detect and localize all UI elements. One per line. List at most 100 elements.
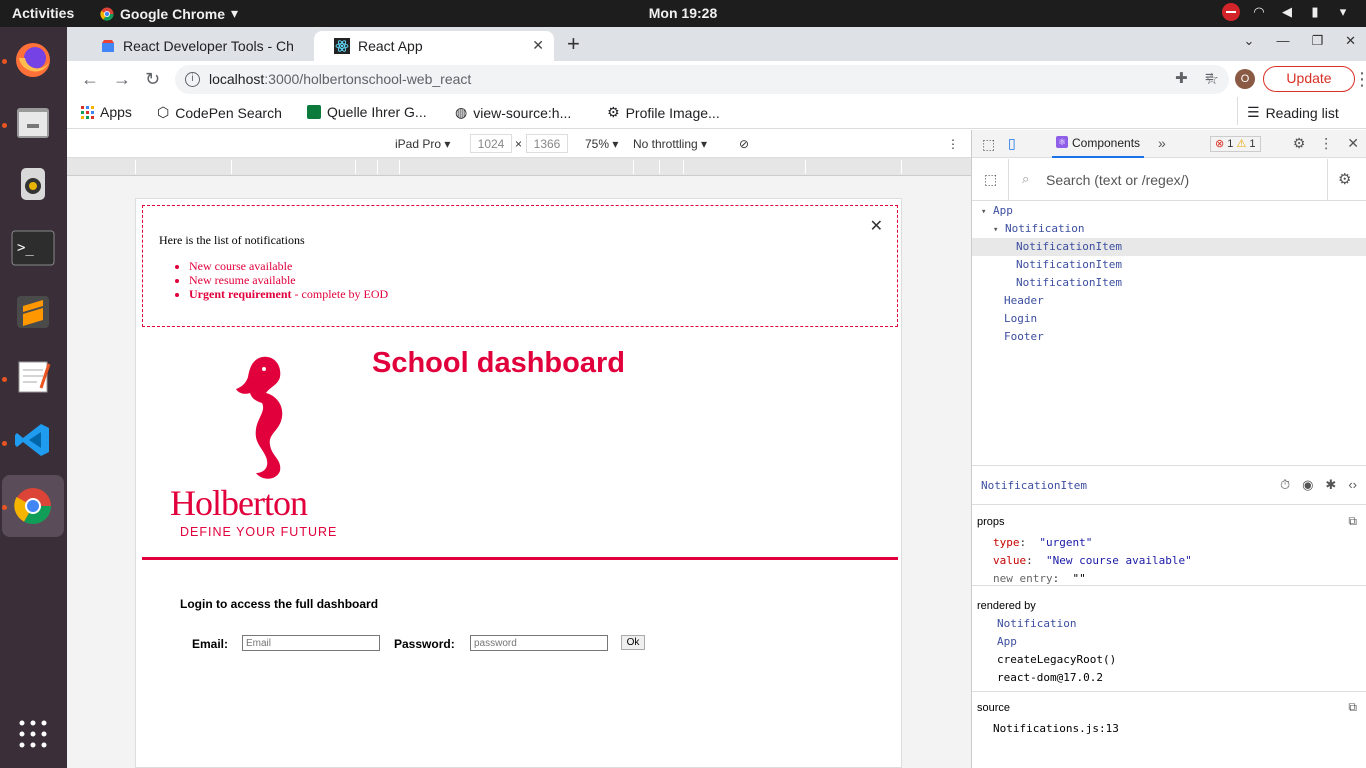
owner-link[interactable]: App	[997, 633, 1116, 651]
tree-node-login[interactable]: Login	[972, 310, 1366, 328]
tab-react-app[interactable]: React App ✕	[314, 31, 554, 61]
select-element-icon[interactable]: ⬚	[984, 171, 997, 188]
password-field[interactable]	[470, 635, 608, 651]
rhythmbox-icon[interactable]	[8, 159, 58, 209]
address-bar[interactable]: i localhost:3000/holbertonschool-web_rea…	[175, 65, 1229, 94]
prop-row[interactable]: value: "New course available"	[993, 552, 1192, 570]
more-tabs-icon[interactable]: »	[1158, 135, 1166, 151]
site-info-icon[interactable]: i	[185, 72, 200, 87]
app-menu[interactable]: Google Chrome ▾	[100, 5, 238, 22]
bookmark-label: Apps	[100, 104, 132, 120]
source-section: source ⧉ Notifications.js:13	[972, 700, 1366, 752]
props-section: props ⧉ type: "urgent" value: "New cours…	[972, 514, 1366, 588]
close-icon[interactable]: ✕	[870, 216, 883, 235]
chrome-dock-icon[interactable]	[2, 475, 64, 537]
ok-button[interactable]: Ok	[621, 635, 645, 650]
tree-node-notification-item[interactable]: NotificationItem	[972, 274, 1366, 292]
tree-node-notification[interactable]: ▾ Notification	[972, 220, 1366, 238]
profile-avatar[interactable]: O	[1235, 69, 1255, 89]
password-label: Password:	[394, 637, 455, 651]
tree-node-notification-item[interactable]: NotificationItem	[972, 256, 1366, 274]
chevron-down-icon: ▾	[231, 5, 239, 21]
search-placeholder: Search (text or /regex/)	[1046, 172, 1190, 188]
update-button[interactable]: Update	[1263, 66, 1355, 92]
tree-node-app[interactable]: ▾ App	[972, 202, 1366, 220]
zoom-select[interactable]: 75% ▾	[585, 137, 618, 151]
inspect-element-icon[interactable]: ⬚	[982, 136, 995, 153]
kebab-menu-icon[interactable]: ⋮	[1319, 135, 1333, 152]
brand-name: Holberton	[170, 483, 308, 523]
issues-badge[interactable]: ⊗ 1 ⚠ 1	[1210, 136, 1261, 152]
text-editor-icon[interactable]	[8, 351, 58, 401]
header-divider	[142, 557, 898, 560]
tab-search-icon[interactable]: ⌄	[1244, 33, 1255, 49]
do-not-disturb-icon[interactable]	[1222, 3, 1240, 21]
tree-label: NotificationItem	[1016, 258, 1122, 271]
vscode-icon[interactable]	[8, 415, 58, 465]
bookmark-view-source[interactable]: ◍ view-source:h...	[455, 104, 571, 121]
maximize-icon[interactable]: ❐	[1311, 33, 1323, 49]
bookmark-codepen[interactable]: ⬡ CodePen Search	[157, 104, 282, 121]
copy-icon[interactable]: ⧉	[1348, 700, 1357, 715]
react-app-page: ✕ Here is the list of notifications New …	[135, 198, 902, 768]
component-search[interactable]: ⬚ ⌕ Search (text or /regex/) ⚙	[972, 159, 1366, 201]
settings-gear-icon[interactable]: ⚙	[1338, 170, 1351, 188]
device-toggle-icon[interactable]: ▯	[1008, 135, 1016, 152]
list-item[interactable]: New resume available	[189, 273, 388, 287]
email-field[interactable]	[242, 635, 380, 651]
code-icon[interactable]: ‹›	[1348, 477, 1357, 493]
url-path: :3000/holbertonschool-web_react	[264, 71, 472, 87]
forward-icon[interactable]: →	[113, 69, 131, 90]
warning-icon: ⚠	[1236, 138, 1247, 150]
battery-icon: ▮	[1311, 4, 1319, 19]
back-icon[interactable]: ←	[81, 69, 99, 90]
system-tray[interactable]: ◠ ◀ ▮ ▾	[1222, 3, 1352, 21]
more-options-icon[interactable]: ⋮	[947, 137, 959, 151]
bookmark-quelle[interactable]: Quelle Ihrer G...	[307, 104, 427, 120]
throttling-select[interactable]: No throttling ▾	[633, 137, 707, 151]
close-tab-icon[interactable]: ✕	[532, 37, 544, 54]
notifications-title: Here is the list of notifications	[159, 233, 305, 247]
close-window-icon[interactable]: ✕	[1345, 33, 1356, 49]
bug-icon[interactable]: ✱	[1325, 477, 1336, 493]
list-item[interactable]: Urgent requirement - complete by EOD	[189, 287, 388, 301]
tree-node-footer[interactable]: Footer	[972, 328, 1366, 346]
tree-node-notification-item[interactable]: NotificationItem	[972, 238, 1366, 256]
tab-react-devtools[interactable]: React Developer Tools - Ch	[81, 31, 311, 61]
copy-icon[interactable]: ⧉	[1348, 514, 1357, 529]
prop-row[interactable]: new entry: ""	[993, 570, 1192, 588]
sublime-text-icon[interactable]	[8, 287, 58, 337]
chrome-menu-icon[interactable]: ⋮	[1353, 69, 1366, 90]
files-icon[interactable]	[8, 97, 58, 147]
tree-label: App	[993, 204, 1013, 217]
activities-button[interactable]: Activities	[12, 5, 74, 21]
minimize-icon[interactable]: —	[1276, 33, 1289, 49]
close-devtools-icon[interactable]: ✕	[1347, 135, 1359, 152]
height-input[interactable]: 1366	[526, 134, 568, 153]
width-input[interactable]: 1024	[470, 134, 512, 153]
terminal-icon[interactable]: >_	[8, 223, 58, 273]
media-query-ruler[interactable]	[67, 158, 971, 176]
rotate-icon[interactable]: ⊘	[739, 137, 749, 151]
list-item[interactable]: New course available	[189, 259, 388, 273]
prop-row[interactable]: type: "urgent"	[993, 534, 1192, 552]
media-controls-icon[interactable]: ≡	[1205, 69, 1214, 86]
owner-link[interactable]: Notification	[997, 615, 1116, 633]
reload-icon[interactable]: ↻	[145, 69, 160, 90]
bookmark-profile-image[interactable]: ⚙ Profile Image...	[607, 104, 720, 121]
device-select[interactable]: iPad Pro ▾	[395, 137, 450, 151]
gear-icon[interactable]: ⚙	[1293, 135, 1306, 152]
show-applications-icon[interactable]	[8, 709, 58, 759]
running-indicator	[2, 441, 7, 446]
bookmark-apps[interactable]: Apps	[81, 104, 132, 120]
brand-tagline: DEFINE YOUR FUTURE	[180, 525, 338, 539]
stopwatch-icon[interactable]: ⏱	[1280, 477, 1290, 493]
extensions-puzzle-icon[interactable]: ✚	[1175, 69, 1188, 87]
new-tab-button[interactable]: +	[567, 31, 580, 57]
tab-components[interactable]: ⚛ Components	[1052, 130, 1145, 158]
reading-list-button[interactable]: ☰ Reading list	[1247, 104, 1339, 121]
tree-node-header[interactable]: Header	[972, 292, 1366, 310]
eye-icon[interactable]: ◉	[1302, 477, 1313, 493]
source-location[interactable]: Notifications.js:13	[993, 722, 1119, 735]
firefox-icon[interactable]	[8, 35, 58, 85]
